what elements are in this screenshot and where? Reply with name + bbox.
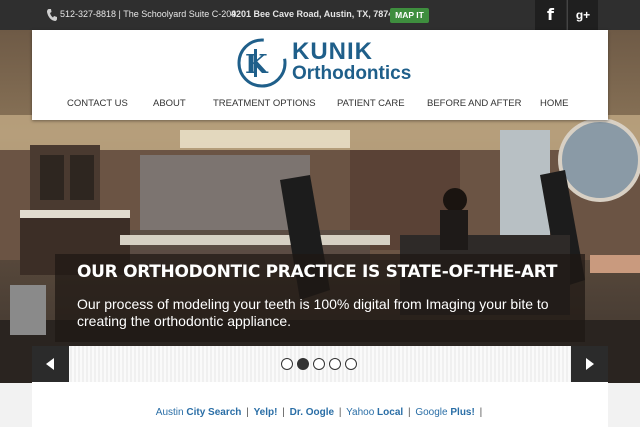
slide-dot[interactable] — [281, 358, 293, 370]
arrow-left-icon — [46, 358, 54, 370]
link-prefix: Austin — [155, 407, 187, 418]
slide-dot[interactable] — [345, 358, 357, 370]
nav-about[interactable]: ABOUT — [153, 98, 186, 109]
next-slide-button[interactable] — [571, 346, 608, 382]
link-prefix: Yahoo — [346, 407, 378, 418]
map-it-button[interactable]: MAP IT — [390, 8, 429, 23]
facebook-icon[interactable]: f — [535, 0, 566, 30]
link-dr-oogle[interactable]: Dr. Oogle — [290, 407, 334, 418]
separator: | — [407, 407, 411, 418]
previous-slide-button[interactable] — [32, 346, 69, 382]
separator: | — [338, 407, 342, 418]
phone-icon — [47, 9, 57, 21]
link-label: Local — [377, 407, 404, 418]
nav-before-and-after[interactable]: BEFORE AND AFTER — [427, 98, 522, 109]
page-margin-right — [608, 383, 640, 427]
separator: | — [479, 407, 483, 418]
slide-dot[interactable] — [329, 358, 341, 370]
slide-title: OUR ORTHODONTIC PRACTICE IS STATE-OF-THE… — [77, 262, 558, 282]
nav-treatment-options[interactable]: TREATMENT OPTIONS — [213, 98, 316, 109]
nav-patient-care[interactable]: PATIENT CARE — [337, 98, 405, 109]
link-label: Plus! — [450, 407, 475, 418]
link-city-search[interactable]: Austin City Search — [156, 407, 242, 418]
arrow-right-icon — [586, 358, 594, 370]
main-navigation: CONTACT US ABOUT TREATMENT OPTIONS PATIE… — [32, 98, 608, 114]
google-plus-icon[interactable]: g+ — [567, 0, 598, 30]
separator: | — [282, 407, 285, 418]
footer-links-area: Austin City Search | Yelp! | Dr. Oogle |… — [32, 382, 608, 427]
page-margin-left — [0, 383, 32, 427]
nav-home[interactable]: HOME — [540, 98, 569, 109]
link-prefix: Google — [415, 407, 451, 418]
nav-contact-us[interactable]: CONTACT US — [67, 98, 128, 109]
slide-dot[interactable] — [313, 358, 325, 370]
slide-dot-active[interactable] — [297, 358, 309, 370]
top-bar: 512-327-8818 | The Schoolyard Suite C-20… — [0, 0, 640, 30]
slide-text: Our process of modeling your teeth is 10… — [77, 296, 549, 329]
link-google-plus[interactable]: Google Plus! — [415, 407, 474, 418]
link-label: Yelp! — [253, 407, 278, 418]
slide-pagination — [281, 358, 361, 372]
link-yelp[interactable]: Yelp! — [254, 407, 278, 418]
kunik-logo-icon[interactable]: K — [234, 35, 290, 91]
link-yahoo-local[interactable]: Yahoo Local — [346, 407, 403, 418]
site-header: K KUNIK Orthodontics CONTACT US ABOUT TR… — [32, 30, 608, 120]
slide-caption: OUR ORTHODONTIC PRACTICE IS STATE-OF-THE… — [55, 254, 585, 342]
address: 4201 Bee Cave Road, Austin, TX, 78746 — [231, 9, 399, 19]
phone-and-suite: 512-327-8818 | The Schoolyard Suite C-20… — [60, 9, 237, 19]
link-label: City Search — [186, 407, 242, 418]
review-links: Austin City Search | Yelp! | Dr. Oogle |… — [32, 407, 608, 418]
link-label: Dr. Oogle — [289, 407, 335, 418]
brand-name[interactable]: KUNIK — [292, 38, 373, 66]
separator: | — [246, 407, 249, 418]
brand-subtitle[interactable]: Orthodontics — [292, 63, 411, 85]
